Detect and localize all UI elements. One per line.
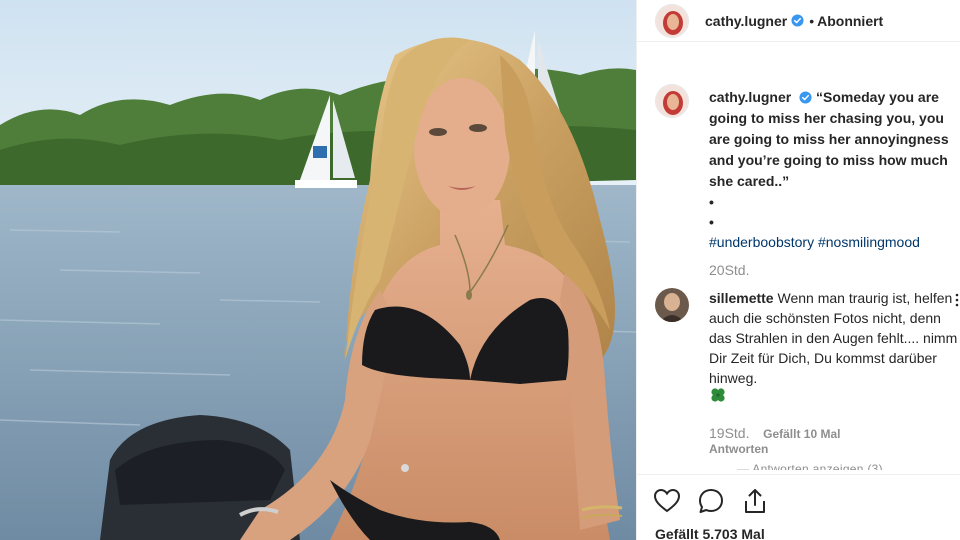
comment-timestamp[interactable]: 19Std. — [709, 425, 749, 441]
author-avatar[interactable] — [655, 3, 689, 38]
commenter-username[interactable]: sillemette — [709, 290, 774, 306]
header-separator: • — [809, 12, 815, 29]
comment-likes[interactable]: Gefällt 10 Mal — [763, 427, 840, 441]
caption-username[interactable]: cathy.lugner — [709, 89, 791, 105]
four-leaf-clover-icon — [711, 388, 725, 402]
post-actions: Gefällt 5.703 Mal — [637, 474, 960, 540]
caption-hashtags[interactable]: #underboobstory #nosmilingmood — [709, 232, 960, 253]
post-photo[interactable] — [0, 0, 636, 540]
author-username[interactable]: cathy.lugner — [705, 13, 787, 29]
post-details-panel: cathy.lugner • Abonniert cathy.lugner “S… — [636, 0, 960, 540]
caption-bullet: • — [709, 194, 714, 210]
caption-timestamp[interactable]: 20Std. — [709, 262, 749, 278]
post-header: cathy.lugner • Abonniert — [637, 0, 960, 42]
post-photo-image — [0, 0, 636, 540]
caption-bullet: • — [709, 214, 714, 230]
verified-badge-icon — [799, 91, 812, 104]
comment-bubble-icon[interactable] — [697, 487, 725, 515]
follow-status-button[interactable]: Abonniert — [817, 13, 883, 29]
reply-button[interactable]: Antworten — [709, 442, 768, 456]
comment-meta: 19Std. Gefällt 10 Mal — [709, 425, 840, 441]
comment-options-icon[interactable] — [954, 292, 960, 308]
share-icon[interactable] — [741, 487, 769, 515]
caption-text: cathy.lugner “Someday you are going to m… — [709, 87, 960, 253]
comment-body: sillemette Wenn man traurig ist, helfen … — [709, 288, 960, 388]
heart-icon[interactable] — [653, 487, 681, 515]
likes-count[interactable]: Gefällt 5.703 Mal — [655, 526, 765, 540]
caption-author-avatar[interactable] — [655, 84, 689, 118]
view-replies-button[interactable]: — Antworten anzeigen (3) — [737, 462, 883, 470]
commenter-avatar[interactable] — [655, 288, 689, 322]
verified-badge-icon — [791, 14, 804, 27]
